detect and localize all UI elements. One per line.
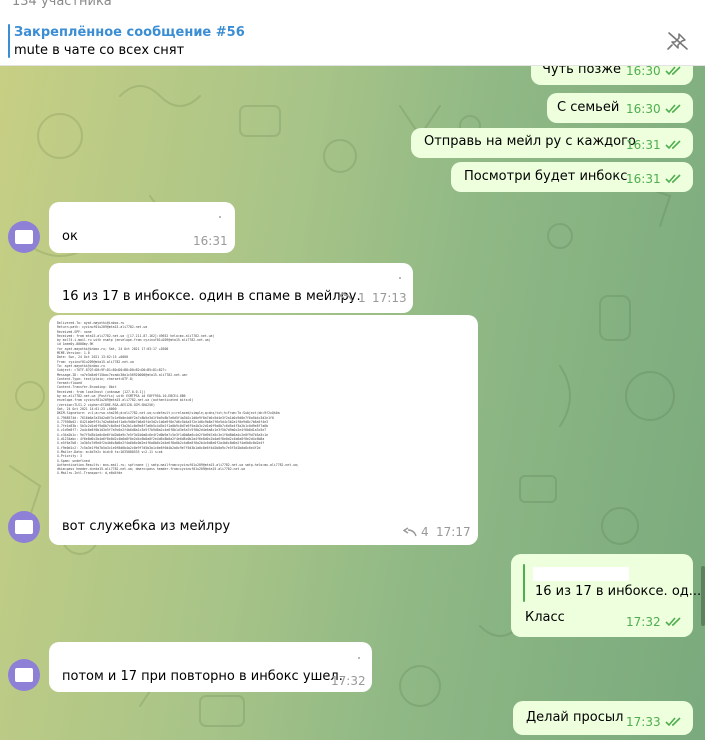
message-incoming[interactable]: ок 16:31 xyxy=(49,202,235,253)
message-text: С семьей xyxy=(557,100,620,115)
unpin-icon[interactable] xyxy=(665,30,691,52)
double-check-icon xyxy=(665,174,681,184)
message-time: 17:32 xyxy=(626,615,661,629)
quoted-text: 16 из 17 в инбоксе. од... xyxy=(535,584,702,599)
message-time: 16:31 xyxy=(626,138,661,152)
message-time: 16:30 xyxy=(626,66,661,78)
message-outgoing[interactable]: Отправь на мейл ру с каждого 16:31 xyxy=(411,128,693,158)
message-outgoing[interactable]: С семьей 16:30 xyxy=(547,93,693,123)
avatar[interactable] xyxy=(8,221,40,253)
avatar[interactable] xyxy=(8,659,40,691)
message-time: 17:13 xyxy=(372,291,407,305)
message-text: Чуть позже xyxy=(542,66,622,77)
message-outgoing[interactable]: Посмотри будет инбокс 16:31 xyxy=(451,162,693,192)
quoted-sender xyxy=(533,567,629,581)
double-check-icon xyxy=(665,717,681,727)
message-time: 16:30 xyxy=(626,102,661,116)
reply-arrow-icon xyxy=(403,527,417,537)
members-count: 134 участника xyxy=(12,0,112,9)
message-outgoing[interactable]: Чуть позже 16:30 xyxy=(531,66,693,85)
quoted-reply[interactable]: 16 из 17 в инбоксе. од... xyxy=(523,564,701,602)
reply-count[interactable]: 1 xyxy=(358,291,366,305)
message-text: Класс xyxy=(525,610,565,625)
pinned-indicator xyxy=(8,24,10,58)
message-time: 17:33 xyxy=(626,715,661,729)
message-text: Отправь на мейл ру с каждого xyxy=(424,134,636,149)
chat-header: 134 участника xyxy=(0,0,705,16)
message-text: Делай просыл xyxy=(526,710,624,725)
reply-count[interactable]: 4 xyxy=(421,525,429,539)
message-incoming[interactable]: потом и 17 при повторно в инбокс ушел. 1… xyxy=(49,642,372,692)
double-check-icon xyxy=(665,66,681,76)
email-headers-screenshot[interactable]: Delivered-To: ayat.mayotki@inbox.ru Retur… xyxy=(49,315,478,505)
message-incoming[interactable]: Delivered-To: ayat.mayotki@inbox.ru Retur… xyxy=(49,315,478,545)
message-text: потом и 17 при повторно в инбокс ушел. xyxy=(62,669,343,684)
message-text: вот служебка из мейлру xyxy=(62,519,231,534)
message-text: 16 из 17 в инбоксе. один в спаме в мейлр… xyxy=(62,289,361,304)
pinned-message-bar[interactable]: Закреплённое сообщение #56 mute в чате с… xyxy=(0,16,705,66)
message-time: 17:17 xyxy=(436,525,471,539)
message-outgoing[interactable]: Делай просыл 17:33 xyxy=(513,701,693,735)
message-incoming[interactable]: 16 из 17 в инбоксе. один в спаме в мейлр… xyxy=(49,263,413,313)
double-check-icon xyxy=(665,140,681,150)
pinned-text: mute в чате со всех снят xyxy=(14,43,185,58)
message-text: Посмотри будет инбокс xyxy=(464,169,628,184)
message-text: ок xyxy=(62,229,78,244)
chat-scrollbar[interactable] xyxy=(700,66,705,740)
reply-arrow-icon xyxy=(339,292,353,302)
message-outgoing[interactable]: 16 из 17 в инбоксе. од... Класс 17:32 xyxy=(511,554,701,637)
email-header-line: X-Mailru-Intl-Transport: d,e6d4fde xyxy=(57,471,123,476)
double-check-icon xyxy=(665,104,681,114)
chat-area[interactable]: Чуть позже 16:30 С семьей 16:30 Отправь … xyxy=(0,66,705,740)
avatar[interactable] xyxy=(8,511,40,543)
message-time: 17:32 xyxy=(331,674,366,688)
message-time: 16:31 xyxy=(193,234,228,248)
message-time: 16:31 xyxy=(626,172,661,186)
double-check-icon xyxy=(665,617,681,627)
pinned-title: Закреплённое сообщение #56 xyxy=(14,25,245,40)
